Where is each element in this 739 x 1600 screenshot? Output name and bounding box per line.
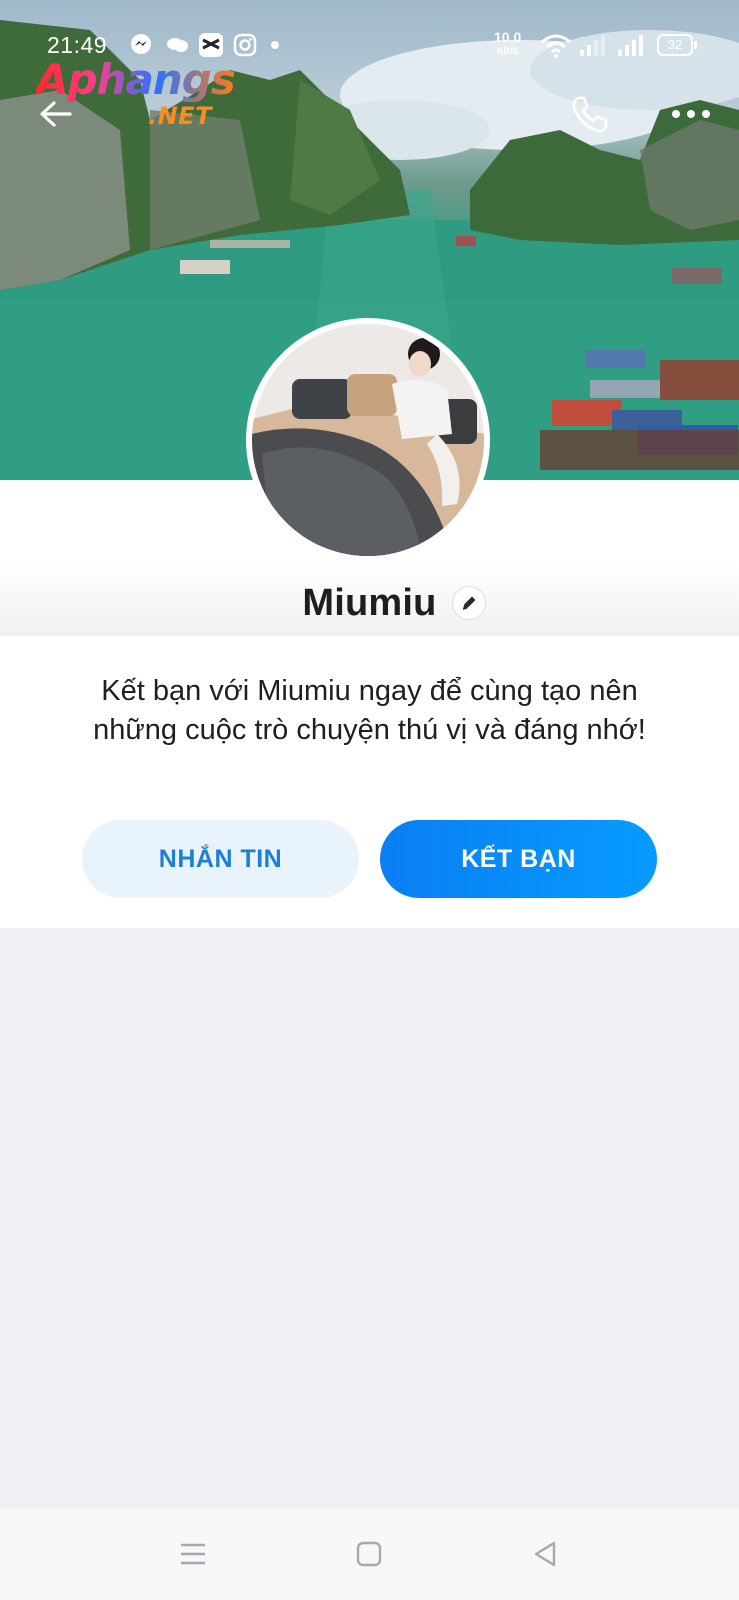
battery-indicator: 32 bbox=[657, 34, 697, 56]
signal-icon bbox=[618, 35, 643, 56]
watermark-logo: Aphangs .NET bbox=[36, 55, 236, 131]
network-speed-value: 10.0 bbox=[494, 29, 522, 45]
signal-icon bbox=[580, 35, 605, 56]
watermark-line1: Aphangs bbox=[36, 55, 236, 104]
instagram-icon bbox=[233, 33, 257, 57]
menu-icon[interactable] bbox=[178, 1539, 208, 1569]
friend-intro-text: Kết bạn với Miumiu ngay để cùng tạo nên … bbox=[93, 675, 646, 746]
edit-name-button[interactable] bbox=[452, 586, 486, 620]
wifi-icon bbox=[541, 34, 571, 59]
pencil-icon bbox=[462, 596, 476, 610]
back-triangle-icon[interactable] bbox=[530, 1539, 560, 1569]
add-friend-button[interactable]: KẾT BẠN bbox=[380, 820, 657, 898]
system-nav-bar bbox=[0, 1509, 739, 1600]
dot-icon bbox=[271, 41, 279, 49]
avatar[interactable] bbox=[246, 318, 490, 562]
network-speed-unit: KB/S bbox=[496, 46, 519, 56]
watermark-line2: .NET bbox=[148, 102, 212, 130]
more-dots-icon[interactable] bbox=[670, 104, 712, 124]
home-square-icon[interactable] bbox=[354, 1539, 384, 1569]
profile-name-row: Miumiu bbox=[0, 582, 739, 625]
avatar-photo bbox=[252, 324, 484, 556]
network-speed: 10.0 KB/S bbox=[494, 30, 521, 58]
phone-icon[interactable] bbox=[568, 92, 612, 136]
profile-name: Miumiu bbox=[302, 582, 437, 624]
message-button[interactable]: NHẮN TIN bbox=[82, 820, 359, 898]
avatar-image bbox=[252, 324, 484, 556]
